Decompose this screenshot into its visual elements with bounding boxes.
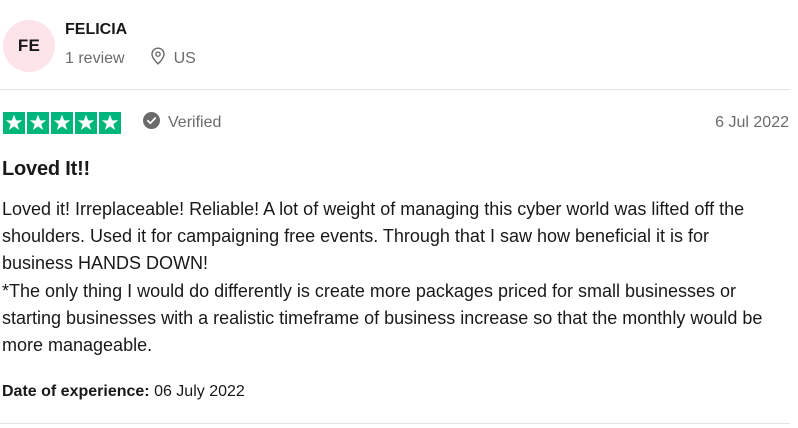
- date-of-experience: Date of experience: 06 July 2022: [2, 383, 245, 401]
- star-icon: [75, 112, 97, 134]
- reviewer-country: US: [173, 49, 196, 67]
- review-title[interactable]: Loved It!!: [2, 158, 90, 181]
- divider: [0, 423, 790, 424]
- rating-row: Verified 6 Jul 2022: [3, 111, 789, 135]
- star-icon: [27, 112, 49, 134]
- verified-label: Verified: [168, 114, 222, 131]
- review-body: Loved it! Irreplaceable! Reliable! A lot…: [2, 199, 763, 356]
- star-icon: [99, 112, 121, 134]
- review-count: 1 review: [65, 49, 125, 67]
- avatar-initials: FE: [17, 36, 41, 55]
- verified-badge[interactable]: Verified: [143, 112, 221, 134]
- reviewer-info: FELICIA 1 review US: [65, 20, 196, 70]
- reviewer-name[interactable]: FELICIA: [65, 20, 196, 40]
- star-rating: [3, 112, 121, 134]
- avatar[interactable]: FE: [3, 20, 55, 72]
- divider: [0, 89, 790, 90]
- location-pin-icon: [150, 47, 174, 70]
- verified-check-icon: [143, 112, 168, 134]
- star-icon: [3, 112, 25, 134]
- reviewer-meta: 1 review US: [65, 47, 196, 70]
- experience-date: 06 July 2022: [154, 383, 245, 400]
- experience-label: Date of experience:: [2, 383, 150, 400]
- star-icon: [51, 112, 73, 134]
- reviewer-header[interactable]: FE FELICIA 1 review US: [0, 16, 196, 76]
- review-card: FE FELICIA 1 review US Verified 6 Jul 20…: [0, 0, 798, 428]
- reviewer-location: US: [150, 47, 196, 70]
- review-date: 6 Jul 2022: [715, 114, 789, 131]
